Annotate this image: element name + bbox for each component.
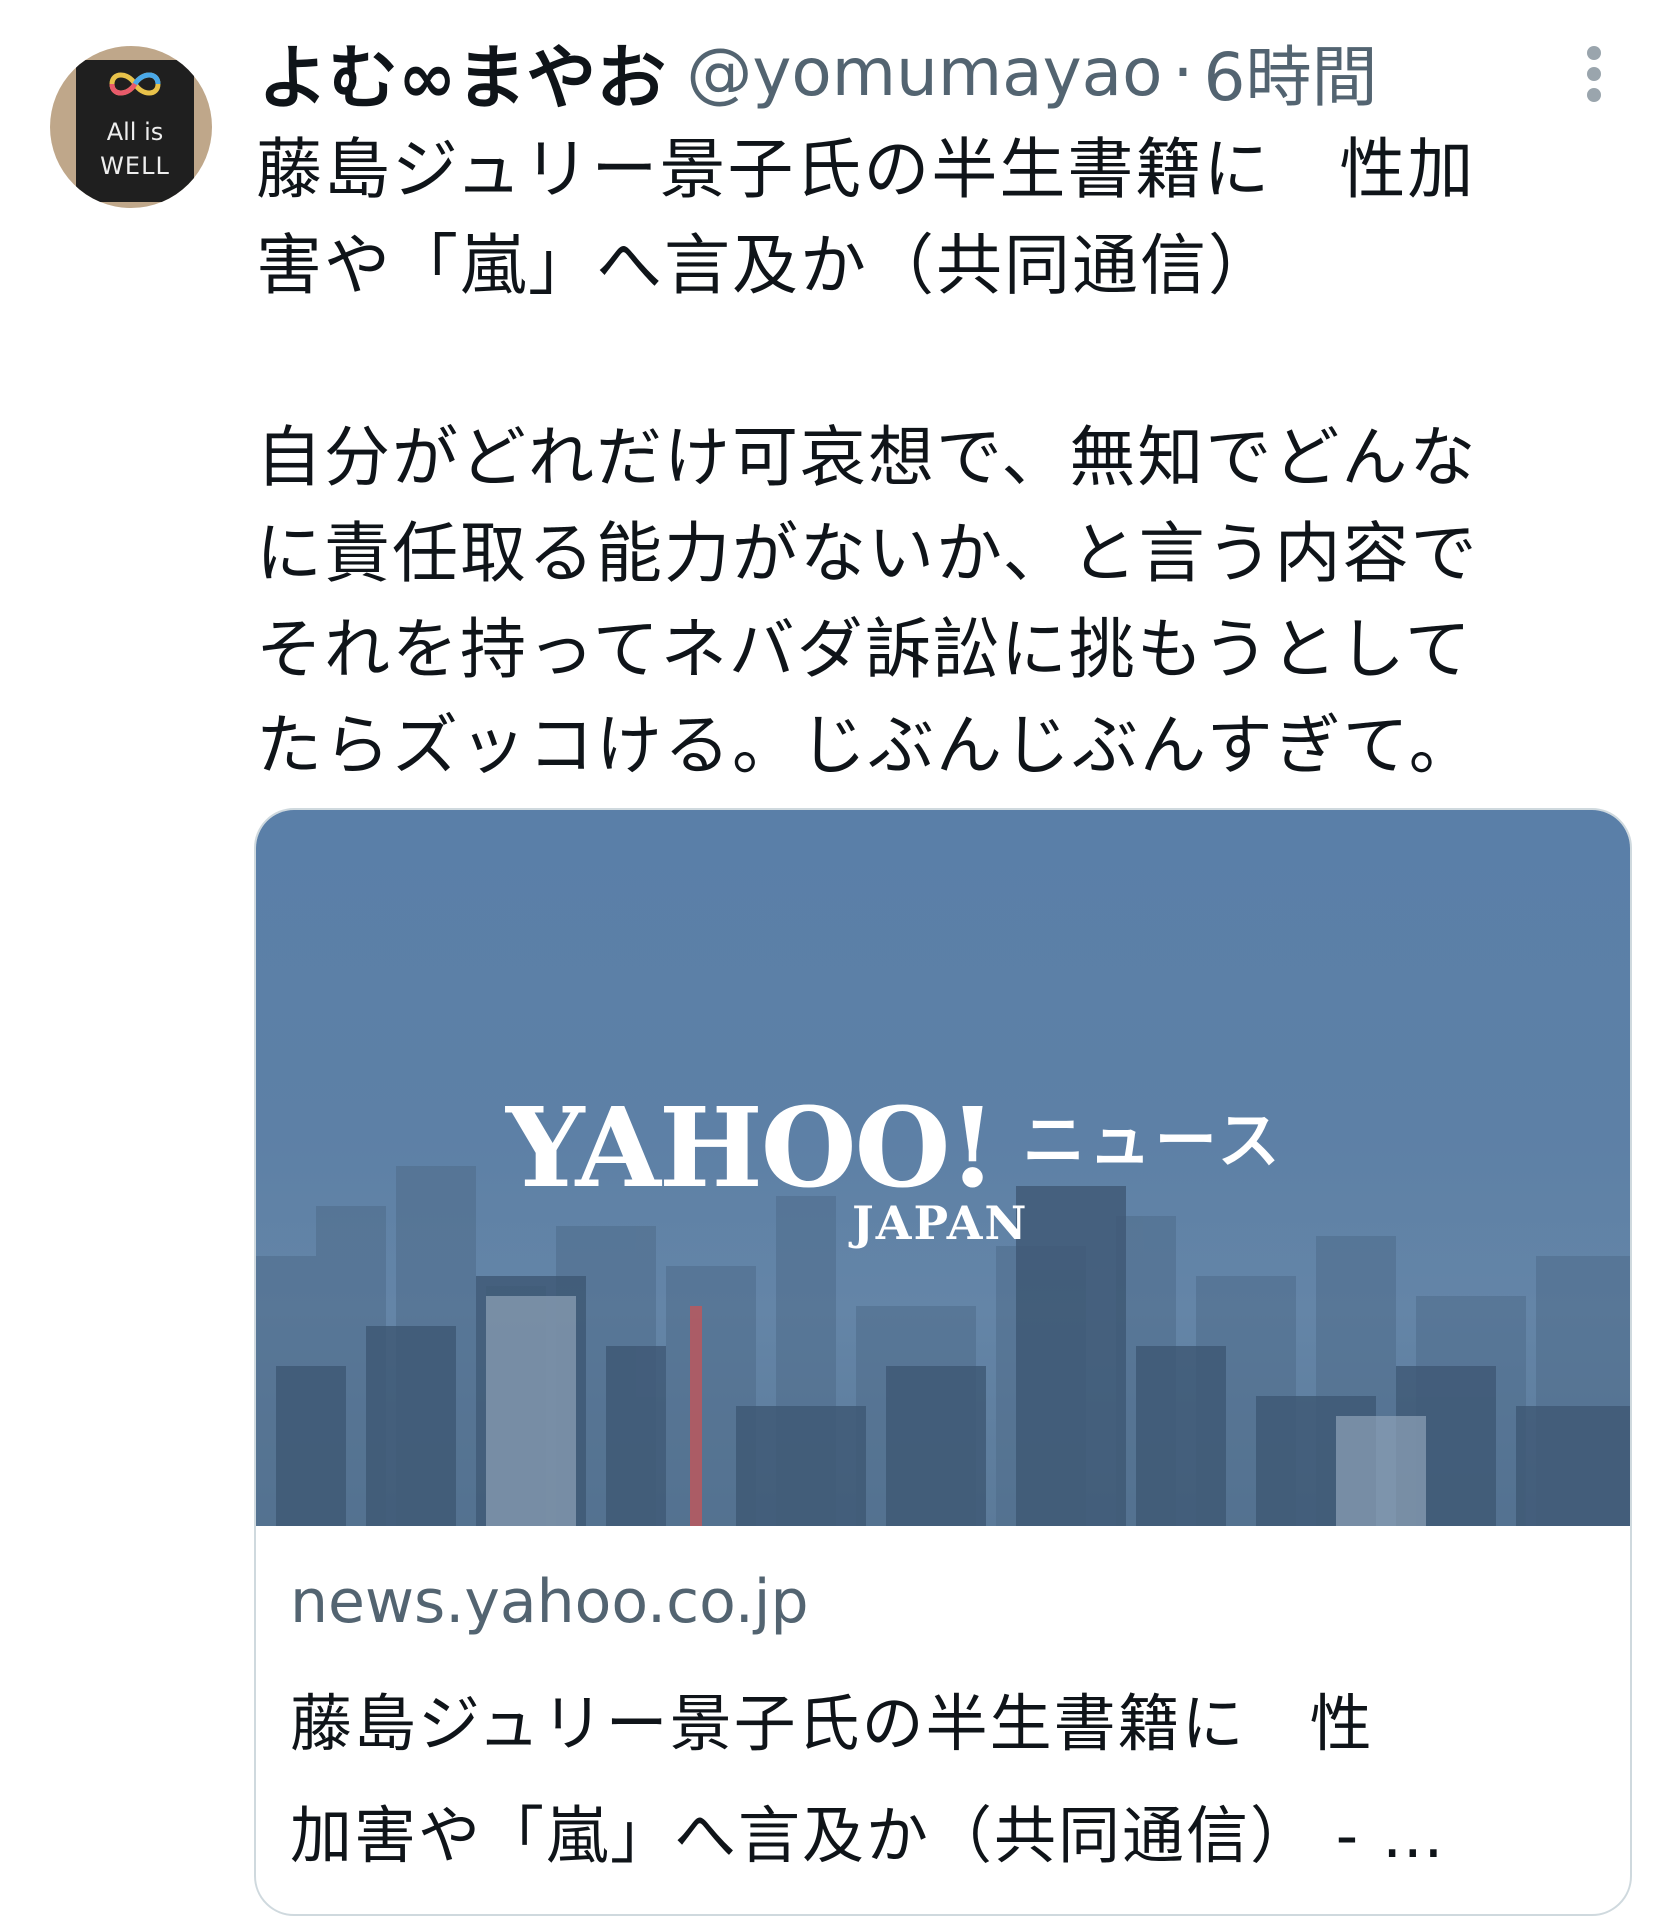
infinity-icon <box>109 72 161 96</box>
avatar[interactable]: All is WELL <box>50 46 212 208</box>
user-handle[interactable]: @yomumayao <box>686 34 1162 111</box>
logo-news-text: ニュース <box>1022 1104 1284 1177</box>
tweet-timestamp[interactable]: 6時間 <box>1203 24 1377 120</box>
display-name[interactable]: よむ∞まやお <box>258 22 666 123</box>
avatar-text-line1: All is <box>106 118 164 146</box>
card-title: 藤島ジュリー景子氏の半生書籍に 性 加害や「嵐」へ言及か（共同通信） - … <box>290 1687 1446 1872</box>
link-card[interactable]: YAHOO! ニュース JAPAN news.yahoo.co.jp 藤島ジュリー… <box>254 808 1632 1916</box>
card-image[interactable]: YAHOO! ニュース JAPAN <box>256 810 1630 1526</box>
tweet-header: よむ∞まやお @yomumayao · 6時間 <box>258 24 1377 120</box>
card-info[interactable]: news.yahoo.co.jp 藤島ジュリー景子氏の半生書籍に 性 加害や「嵐… <box>290 1562 1590 1892</box>
more-vertical-icon[interactable] <box>1582 46 1606 104</box>
header-separator: · <box>1172 33 1194 111</box>
logo-yahoo-text: YAHOO! <box>506 1083 997 1212</box>
logo-japan-text: JAPAN <box>852 1196 1029 1250</box>
tweet-text: 藤島ジュリー景子氏の半生書籍に 性加 害や「嵐」へ言及か（共同通信） 自分がどれ… <box>256 131 1479 784</box>
avatar-text: All is WELL <box>76 118 194 180</box>
tweet[interactable]: All is WELL よむ∞まやお @yomumayao · 6時間 藤島ジュ… <box>0 0 1678 1920</box>
yahoo-news-logo: YAHOO! ニュース JAPAN <box>506 1083 1284 1251</box>
card-domain: news.yahoo.co.jp <box>290 1567 809 1637</box>
avatar-text-line2: WELL <box>100 152 170 180</box>
avatar-chalkboard: All is WELL <box>76 60 194 202</box>
